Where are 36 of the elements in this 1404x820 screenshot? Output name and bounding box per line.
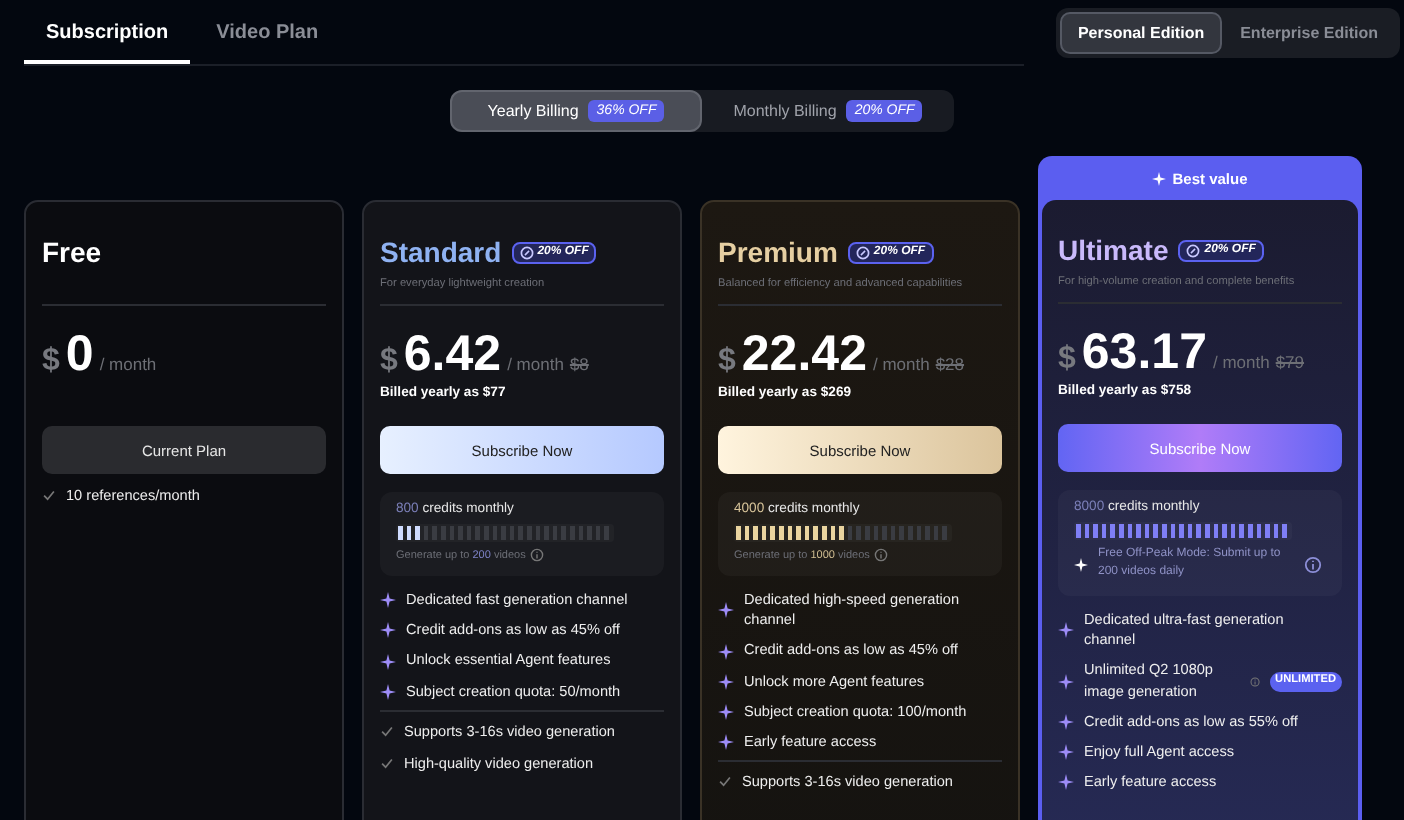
edition-option[interactable]: Enterprise Edition (1222, 12, 1396, 54)
price-period: / month (872, 354, 930, 374)
plan-name: Premium (718, 236, 838, 268)
price-period: / month (99, 354, 157, 374)
currency-sign: $ (380, 344, 398, 380)
original-price: $8 (569, 354, 589, 374)
price-period: / month (1212, 352, 1270, 372)
sparkle-icon (1058, 673, 1074, 690)
sparkle-icon (1152, 171, 1167, 185)
check-icon (380, 755, 394, 770)
original-price: $28 (935, 354, 965, 374)
info-icon[interactable] (873, 548, 888, 562)
price-period: / month (507, 354, 564, 374)
plan-name: Standard (380, 236, 502, 268)
price-amount: 6.42 (403, 326, 502, 384)
sparkle-icon (1058, 622, 1074, 639)
check-icon (380, 723, 394, 738)
info-icon[interactable] (529, 548, 544, 562)
original-price: $79 (1275, 352, 1305, 372)
plan-name: Ultimate (1058, 234, 1169, 266)
edition-option[interactable]: Personal Edition (1059, 12, 1223, 54)
sparkle-icon (1074, 557, 1088, 571)
info-icon[interactable] (1249, 673, 1260, 690)
check-icon (718, 774, 732, 789)
currency-sign: $ (42, 344, 60, 380)
nav-tab[interactable]: Video Plan (194, 12, 341, 64)
nav-tab[interactable]: Subscription (24, 12, 191, 64)
price-amount: 63.17 (1081, 324, 1207, 382)
currency-sign: $ (718, 344, 736, 380)
sparkle-icon (718, 602, 734, 619)
plan-name: Free (42, 236, 102, 268)
info-icon[interactable] (1304, 555, 1322, 573)
check-icon (42, 488, 56, 502)
price-amount: 22.42 (741, 326, 867, 384)
price-amount: 0 (65, 326, 94, 384)
currency-sign: $ (1058, 342, 1076, 378)
